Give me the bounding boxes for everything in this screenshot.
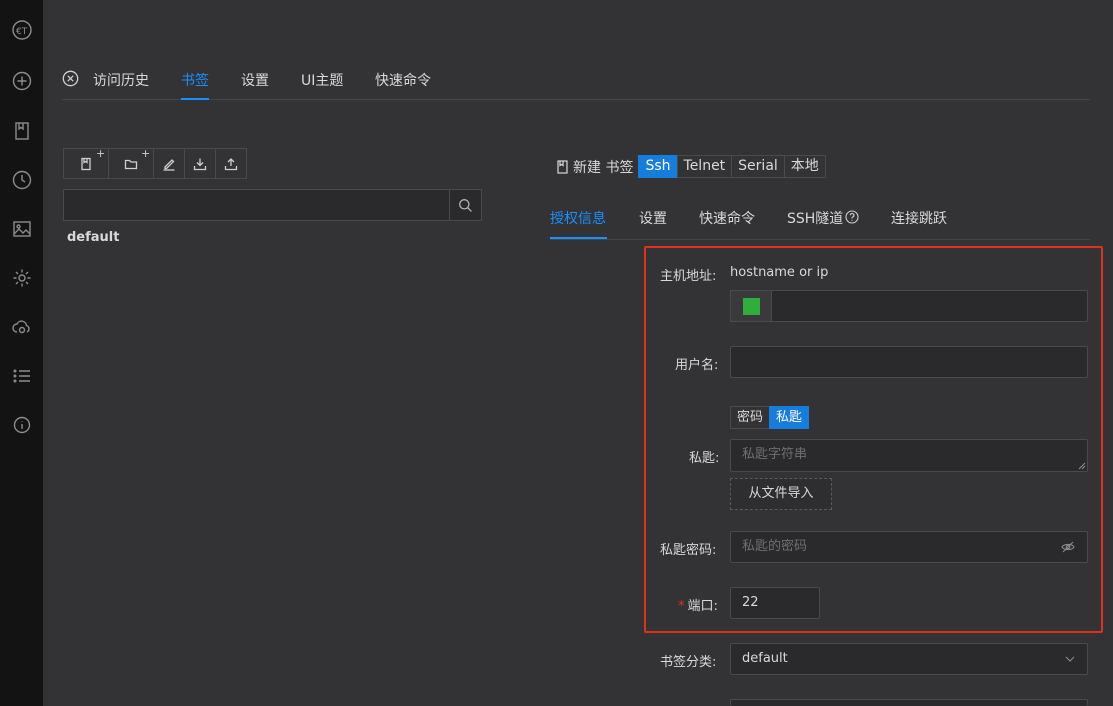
bookmark-toolbar: + + [63,147,247,179]
auth-private-key[interactable]: 私匙 [769,406,810,429]
new-folder-icon [124,159,138,169]
subtab-settings[interactable]: 设置 [639,208,667,228]
new-bookmark-button[interactable]: + [63,147,109,179]
tab-settings[interactable]: 设置 [241,70,269,90]
download-icon [193,158,207,170]
active-tab-indicator [181,98,209,100]
color-tag-button[interactable] [730,290,772,322]
cloud-sync-icon[interactable] [11,316,33,338]
port-label-wrap: * 端口: [678,595,718,614]
passphrase-label: 私匙密码: [660,543,717,558]
new-folder-button[interactable]: + [108,147,154,179]
tab-quick-commands[interactable]: 快速命令 [375,70,431,90]
upload-icon [224,157,238,170]
port-label: 端口: [687,599,718,614]
subtab-jump-host[interactable]: 连接跳跃 [891,208,947,228]
next-field-input[interactable] [730,699,1088,706]
subtab-auth[interactable]: 授权信息 [550,208,606,228]
main-tabs [62,62,1090,100]
new-bookmark-label: 新建 书签 [573,159,634,176]
list-icon[interactable] [11,365,33,387]
auth-type-selector: 密码 私匙 [730,406,810,429]
subtab-quick-commands[interactable]: 快速命令 [699,208,755,228]
required-mark: * [678,599,685,614]
username-label: 用户名: [675,358,719,373]
category-value: default [742,651,788,666]
tab-history[interactable]: 访问历史 [93,70,149,90]
search-icon [459,198,472,212]
subtab-ssh-tunnel[interactable]: SSH隧道 [787,208,843,228]
logo-icon[interactable]: €T [11,19,33,41]
import-button[interactable] [184,148,216,179]
bookmark-icon[interactable] [11,120,33,142]
auth-password[interactable]: 密码 [730,406,771,429]
username-input[interactable] [730,346,1088,378]
search-button[interactable] [449,190,481,220]
port-input[interactable]: 22 [730,587,820,619]
protocol-selector: 新建 书签 Ssh Telnet Serial 本地 [556,155,826,178]
edit-button[interactable] [153,148,185,179]
tab-bookmarks[interactable]: 书签 [181,70,209,90]
host-label: 主机地址: [660,269,717,284]
tree-group-default[interactable]: default [67,230,119,245]
active-subtab-indicator [550,237,607,239]
protocol-serial[interactable]: Serial [731,155,785,178]
category-select[interactable]: default [730,643,1088,675]
host-hint: hostname or ip [730,265,829,280]
help-icon[interactable] [845,210,859,224]
app-sidebar: €T [0,0,43,706]
tab-ui-theme[interactable]: UI主题 [301,70,343,90]
close-icon[interactable] [62,70,79,87]
category-label: 书签分类: [660,655,717,670]
image-icon[interactable] [11,218,33,240]
svg-text:€T: €T [16,27,28,37]
protocol-local[interactable]: 本地 [783,155,826,178]
private-key-label: 私匙: [689,451,720,466]
eye-invisible-icon[interactable] [1061,540,1075,554]
new-bookmark-icon [81,157,91,170]
bookmark-search-input[interactable] [63,189,482,221]
import-from-file-button[interactable]: 从文件导入 [730,478,832,510]
export-button[interactable] [215,148,247,179]
protocol-telnet[interactable]: Telnet [676,155,733,178]
bookmark-icon [557,159,568,174]
host-input[interactable] [771,290,1088,322]
private-key-textarea[interactable]: 私匙字符串 [730,439,1088,472]
history-icon[interactable] [11,169,33,191]
chevron-down-icon [1065,656,1075,662]
add-icon[interactable] [11,70,33,92]
protocol-ssh[interactable]: Ssh [638,155,678,178]
edit-icon [163,158,175,171]
settings-icon[interactable] [11,267,33,289]
info-icon[interactable] [11,414,33,436]
passphrase-input[interactable]: 私匙的密码 [730,531,1088,563]
color-swatch [742,297,760,315]
resize-handle-icon[interactable] [1078,462,1086,470]
